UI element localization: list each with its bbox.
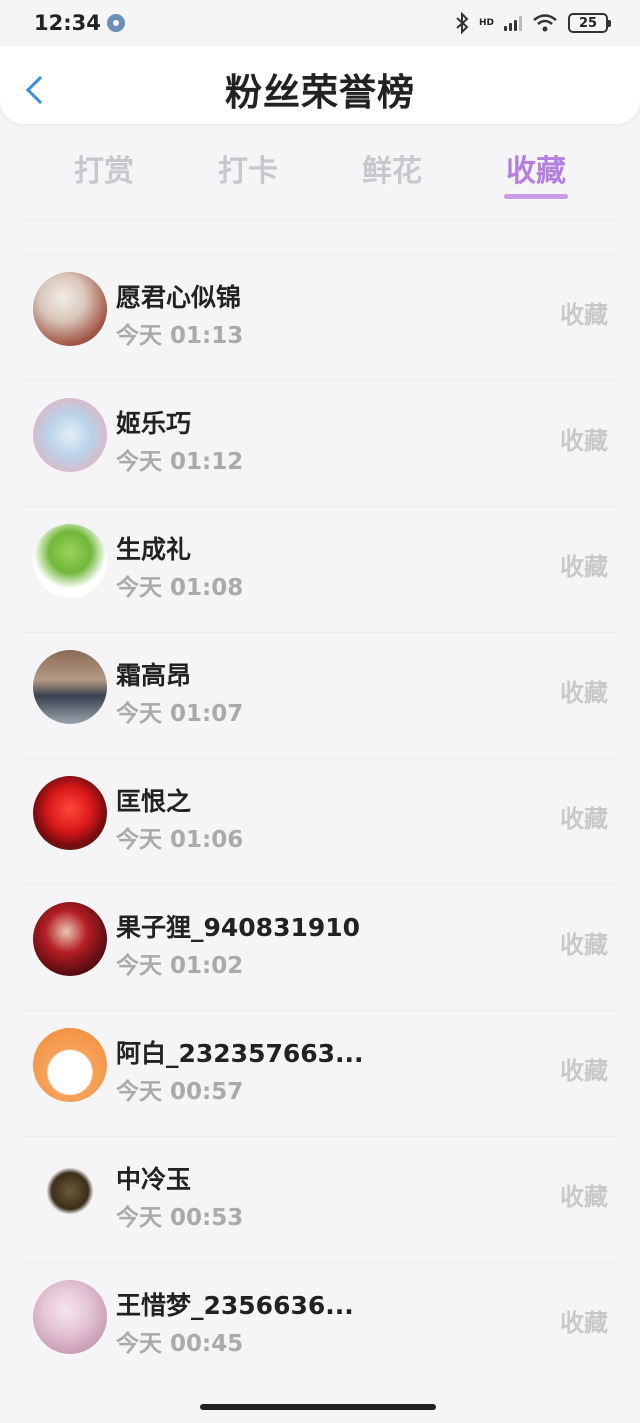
fan-time: 今天 01:12 <box>116 449 244 475</box>
fan-name: 姬乐巧 <box>116 409 192 438</box>
list-item[interactable]: 生成礼 今天 01:08 收藏 <box>24 506 616 632</box>
fan-name: 生成礼 <box>116 535 192 564</box>
battery-icon: 25 <box>568 13 611 33</box>
avatar <box>33 650 107 724</box>
fan-name: 霜高昂 <box>116 661 192 690</box>
tab-checkin[interactable]: 打卡 <box>198 146 298 190</box>
fan-name: 果子狸_940831910 <box>116 913 361 942</box>
favorite-label: 收藏 <box>560 805 608 833</box>
clock: 12:34 <box>34 11 101 35</box>
bluetooth-icon <box>456 12 469 34</box>
favorite-label: 收藏 <box>560 553 608 581</box>
fan-name: 匡恨之 <box>116 787 192 816</box>
avatar <box>33 398 107 472</box>
list-item[interactable]: 匡恨之 今天 01:06 收藏 <box>24 758 616 884</box>
wifi-icon <box>533 14 557 32</box>
fan-name: 王惜梦_2356636... <box>116 1291 354 1320</box>
favorite-label: 收藏 <box>560 679 608 707</box>
list-item[interactable]: 姬乐巧 今天 01:12 收藏 <box>24 380 616 506</box>
avatar <box>33 902 107 976</box>
fan-name: 愿君心似锦 <box>116 283 242 312</box>
avatar <box>33 1028 107 1102</box>
home-indicator[interactable] <box>200 1404 436 1410</box>
list-item[interactable]: 果子狸_940831910 今天 01:02 收藏 <box>24 884 616 1010</box>
tabs-divider <box>24 220 616 221</box>
list-item[interactable]: 愿君心似锦 今天 01:13 收藏 <box>24 254 616 380</box>
fan-time: 今天 00:53 <box>116 1205 244 1231</box>
hd-badge: HD <box>478 17 494 28</box>
fan-list: 愿君心似锦 今天 01:13 收藏 姬乐巧 今天 01:12 收藏 生成礼 今天… <box>0 254 640 1388</box>
fan-name: 阿白_232357663... <box>116 1039 364 1068</box>
settings-gear-icon <box>106 14 125 32</box>
fan-time: 今天 01:06 <box>116 827 244 853</box>
avatar <box>33 524 107 598</box>
fan-time: 今天 01:13 <box>116 323 244 349</box>
tab-favorites[interactable]: 收藏 <box>486 146 586 190</box>
list-item[interactable]: 王惜梦_2356636... 今天 00:45 收藏 <box>24 1262 616 1388</box>
fan-time: 今天 00:57 <box>116 1079 244 1105</box>
signal-icon <box>504 15 522 31</box>
favorite-label: 收藏 <box>560 1309 608 1337</box>
tab-flowers[interactable]: 鲜花 <box>342 146 442 190</box>
status-left: 12:34 <box>34 11 125 35</box>
app-header: 粉丝荣誉榜 <box>0 46 640 124</box>
fan-time: 今天 01:08 <box>116 575 244 601</box>
fan-time: 今天 01:02 <box>116 953 244 979</box>
list-item[interactable]: 阿白_232357663... 今天 00:57 收藏 <box>24 1010 616 1136</box>
tab-bar: 打赏 打卡 鲜花 收藏 <box>0 124 640 221</box>
status-bar: 12:34 HD 25 <box>0 0 640 46</box>
tab-reward[interactable]: 打赏 <box>54 146 154 190</box>
favorite-label: 收藏 <box>560 301 608 329</box>
avatar <box>33 272 107 346</box>
avatar <box>33 1280 107 1354</box>
favorite-label: 收藏 <box>560 1057 608 1085</box>
active-tab-indicator <box>504 194 568 199</box>
avatar <box>33 776 107 850</box>
fan-time: 今天 00:45 <box>116 1331 244 1357</box>
status-right: HD 25 <box>455 12 611 34</box>
favorite-label: 收藏 <box>560 427 608 455</box>
list-item[interactable]: 霜高昂 今天 01:07 收藏 <box>24 632 616 758</box>
page-title: 粉丝荣誉榜 <box>225 71 415 114</box>
favorite-label: 收藏 <box>560 1183 608 1211</box>
fan-time: 今天 01:07 <box>116 701 244 727</box>
avatar <box>33 1154 107 1228</box>
list-item[interactable]: 中冷玉 今天 00:53 收藏 <box>24 1136 616 1262</box>
fan-name: 中冷玉 <box>116 1165 192 1194</box>
favorite-label: 收藏 <box>560 931 608 959</box>
